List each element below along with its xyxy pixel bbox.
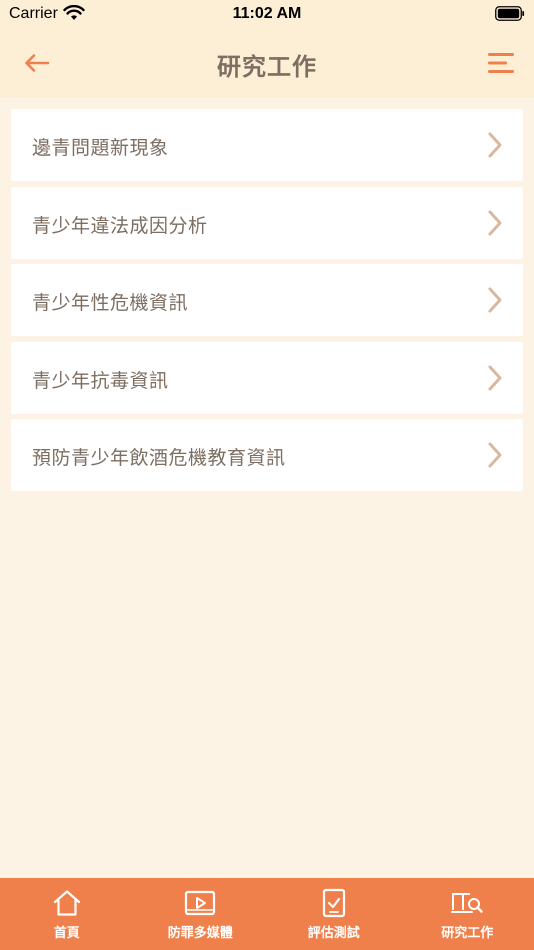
menu-button[interactable] xyxy=(486,48,516,78)
battery-icon xyxy=(495,6,525,26)
tab-label: 防罪多媒體 xyxy=(167,926,233,941)
tab-multimedia[interactable]: 防罪多媒體 xyxy=(134,878,268,950)
list-item-label: 青少年性危機資訊 xyxy=(32,292,189,314)
status-bar: Carrier 11:02 AM xyxy=(0,0,534,28)
list-item-label: 青少年抗毒資訊 xyxy=(32,369,169,392)
list-item-label: 邊青問題新現象 xyxy=(32,137,169,159)
tab-research[interactable]: 研究工作 xyxy=(401,878,534,950)
status-time: 11:02 AM xyxy=(232,5,302,22)
home-icon xyxy=(50,887,84,919)
list-item-alcohol-prevention[interactable]: 預防青少年飲酒危機教育資訊 xyxy=(11,419,523,491)
list-item-label: 青少年違法成因分析 xyxy=(32,214,208,237)
list-item-youth-issues[interactable]: 邊青問題新現象 xyxy=(11,109,523,181)
video-play-icon xyxy=(183,887,217,919)
chevron-right-icon xyxy=(488,287,502,313)
tab-bar: 首頁 防罪多媒體 評估測試 研究工作 xyxy=(0,878,534,950)
menu-icon xyxy=(488,53,514,73)
tab-label: 首頁 xyxy=(53,926,80,941)
chevron-right-icon xyxy=(488,365,502,390)
research-list: 邊青問題新現象 青少年違法成因分析 青少年性危機資訊 青少年抗毒資訊 預防青少年… xyxy=(11,109,523,497)
chevron-right-icon xyxy=(488,132,502,158)
tab-label: 研究工作 xyxy=(441,926,494,941)
checklist-icon xyxy=(317,887,351,919)
page-title: 研究工作 xyxy=(217,53,317,81)
list-item-anti-drug[interactable]: 青少年抗毒資訊 xyxy=(11,341,523,414)
nav-bar: 研究工作 xyxy=(0,28,534,98)
tab-label: 評估測試 xyxy=(307,926,360,941)
list-item-sexual-risk[interactable]: 青少年性危機資訊 xyxy=(11,264,523,336)
chevron-right-icon xyxy=(488,210,502,235)
tab-assessment[interactable]: 評估測試 xyxy=(267,878,401,950)
book-search-icon xyxy=(450,887,484,919)
screen: Carrier 11:02 AM 研究工作 邊青問題新現象 青少年違法成因分析 … xyxy=(0,0,534,950)
list-item-label: 預防青少年飲酒危機教育資訊 xyxy=(32,447,286,469)
chevron-right-icon xyxy=(488,442,502,468)
tab-home[interactable]: 首頁 xyxy=(0,878,134,950)
list-item-delinquency-causes[interactable]: 青少年違法成因分析 xyxy=(11,186,523,259)
